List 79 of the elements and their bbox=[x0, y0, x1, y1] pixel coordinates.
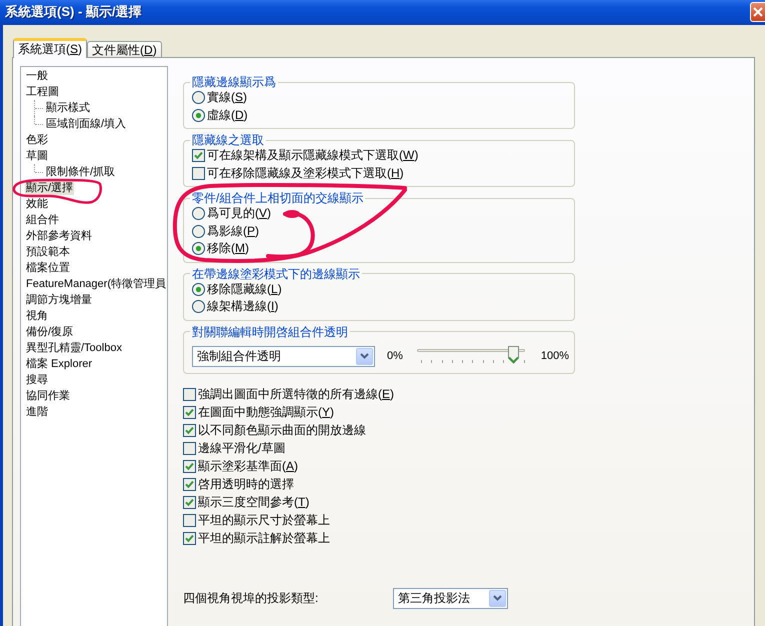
checkbox[interactable] bbox=[183, 424, 196, 437]
slider-thumb[interactable] bbox=[508, 346, 520, 364]
sidebar-item[interactable]: 備份/復原 bbox=[25, 325, 74, 339]
group-title: 隱藏邊線顯示爲 bbox=[191, 75, 277, 89]
sidebar-item[interactable]: 搜尋 bbox=[25, 373, 49, 387]
sidebar-item[interactable]: 檔案 Explorer bbox=[25, 357, 94, 371]
slider-max-label: 100% bbox=[540, 350, 570, 362]
option-label: 爲影線(P) bbox=[207, 222, 260, 240]
checkbox[interactable] bbox=[192, 149, 205, 162]
sidebar-item[interactable]: 組合件 bbox=[25, 213, 60, 227]
sidebar-item[interactable]: 顯示/選擇 bbox=[25, 181, 74, 195]
sidebar-item[interactable]: 效能 bbox=[25, 197, 49, 211]
sidebar-item[interactable]: 檔案位置 bbox=[25, 261, 71, 275]
checkbox[interactable] bbox=[192, 166, 205, 180]
radio-button[interactable] bbox=[192, 242, 205, 256]
checkbox[interactable] bbox=[183, 514, 196, 527]
checkbox[interactable] bbox=[183, 478, 196, 491]
sidebar-item[interactable]: 進階 bbox=[25, 405, 49, 419]
dropdown-button[interactable] bbox=[356, 348, 373, 364]
radio-button[interactable] bbox=[192, 108, 205, 122]
sidebar-item[interactable]: 顯示樣式 bbox=[45, 101, 91, 115]
window-title: 系統選項(S) - 顯示/選擇 bbox=[5, 3, 142, 21]
chevron-down-icon bbox=[493, 595, 502, 601]
radio-button[interactable] bbox=[192, 91, 205, 104]
option-label: 實線(S) bbox=[207, 89, 248, 106]
sidebar-item[interactable]: 調節方塊增量 bbox=[25, 293, 93, 307]
option-label: 平坦的顯示註解於螢幕上 bbox=[198, 530, 330, 547]
tab[interactable]: 文件屬性(D) bbox=[87, 41, 162, 58]
sidebar-item[interactable]: 草圖 bbox=[25, 149, 49, 163]
sidebar-item[interactable]: 異型孔精靈/Toolbox bbox=[25, 341, 123, 355]
close-button[interactable] bbox=[750, 2, 765, 22]
annotation-hook bbox=[266, 210, 315, 259]
option-label: 虛線(D) bbox=[207, 106, 248, 124]
option-label: 線架構邊線(I) bbox=[207, 298, 278, 316]
option-label: 邊線平滑化/草圖 bbox=[198, 440, 286, 457]
radio-button[interactable] bbox=[192, 207, 205, 220]
sidebar-item[interactable]: 限制條件/抓取 bbox=[45, 165, 116, 179]
chevron-down-icon bbox=[360, 353, 369, 359]
group-title: 對關聯編輯時開啓組合件透明 bbox=[191, 324, 349, 338]
option-label: 可在線架構及顯示隱藏線模式下選取(W) bbox=[207, 147, 418, 164]
checkbox[interactable] bbox=[183, 388, 196, 401]
option-label: 以不同顏色顯示曲面的開放邊線 bbox=[198, 422, 366, 439]
checkbox[interactable] bbox=[183, 532, 196, 545]
option-label: 爲可見的(V) bbox=[207, 205, 272, 222]
radio-button[interactable] bbox=[192, 300, 205, 314]
option-label: 可在移除隱藏線及塗彩模式下選取(H) bbox=[207, 164, 404, 182]
close-icon bbox=[753, 7, 763, 17]
radio-button[interactable] bbox=[192, 224, 205, 238]
checkbox[interactable] bbox=[183, 460, 196, 473]
dropdown[interactable]: 強制組合件透明 bbox=[192, 346, 375, 366]
option-label: 強調出圖面中所選特徵的所有邊線(E) bbox=[198, 386, 394, 403]
sidebar-item[interactable]: 工程圖 bbox=[25, 85, 60, 99]
dropdown-button[interactable] bbox=[489, 590, 506, 606]
tab[interactable]: 系統選項(S) bbox=[13, 38, 88, 58]
group-title: 零件/組合件上相切面的交線顯示 bbox=[191, 191, 364, 205]
field-label: 四個視角視埠的投影類型: bbox=[183, 590, 320, 606]
checkbox[interactable] bbox=[183, 406, 196, 419]
radio-button[interactable] bbox=[192, 282, 205, 296]
option-label: 移除(M) bbox=[207, 240, 249, 258]
sidebar-item[interactable]: 色彩 bbox=[25, 133, 49, 147]
sidebar-item[interactable]: 外部參考資料 bbox=[25, 229, 93, 243]
option-label: 啓用透明時的選擇 bbox=[198, 476, 294, 493]
sidebar-item[interactable]: 協同作業 bbox=[25, 389, 71, 403]
checkbox[interactable] bbox=[183, 496, 196, 509]
option-label: 顯示三度空間參考(T) bbox=[198, 494, 310, 511]
slider-min-label: 0% bbox=[387, 350, 403, 362]
group-title: 在帶邊線塗彩模式下的邊線顯示 bbox=[191, 266, 361, 280]
sidebar-item[interactable]: 視角 bbox=[25, 309, 49, 323]
dropdown[interactable]: 第三角投影法 bbox=[393, 588, 508, 608]
sidebar-item[interactable]: 預設範本 bbox=[25, 245, 71, 259]
group-title: 隱藏線之選取 bbox=[191, 133, 265, 147]
option-label: 在圖面中動態強調顯示(Y) bbox=[198, 404, 334, 421]
option-label: 平坦的顯示尺寸於螢幕上 bbox=[198, 512, 330, 529]
sidebar-item[interactable]: 區域剖面線/填入 bbox=[45, 117, 128, 131]
option-label: 移除隱藏線(L) bbox=[207, 280, 282, 298]
sidebar-item[interactable]: FeatureManager(特徵管理員 bbox=[25, 277, 167, 291]
sidebar-item[interactable]: 一般 bbox=[25, 69, 49, 83]
option-label: 顯示塗彩基準面(A) bbox=[198, 458, 298, 475]
checkbox[interactable] bbox=[183, 442, 196, 455]
